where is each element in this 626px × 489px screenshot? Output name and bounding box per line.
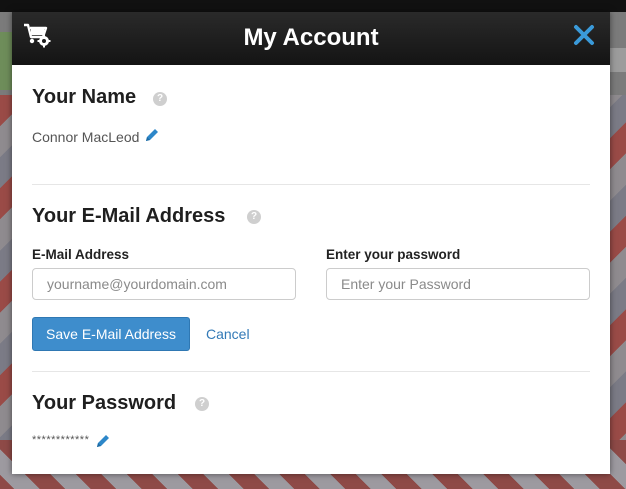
account-modal: My Account Your Name ? Connor MacLeod Yo… — [12, 12, 610, 474]
section-divider — [32, 371, 590, 372]
modal-title: My Account — [243, 24, 379, 51]
cancel-link[interactable]: Cancel — [206, 326, 250, 342]
help-icon[interactable]: ? — [247, 210, 261, 224]
password-label: Enter your password — [326, 247, 461, 262]
edit-password-pencil-icon[interactable] — [95, 433, 111, 449]
background-topbar — [0, 0, 626, 12]
close-icon[interactable] — [572, 23, 596, 47]
edit-name-pencil-icon[interactable] — [144, 127, 160, 143]
password-input[interactable] — [326, 268, 590, 300]
background-tab — [610, 48, 626, 72]
help-icon[interactable]: ? — [195, 397, 209, 411]
masked-password-value: ************ — [32, 434, 90, 446]
save-email-button[interactable]: Save E-Mail Address — [32, 317, 190, 351]
help-icon[interactable]: ? — [153, 92, 167, 106]
email-label: E-Mail Address — [32, 247, 130, 262]
email-input[interactable] — [32, 268, 296, 300]
email-section-title: Your E-Mail Address — [32, 205, 226, 227]
password-section-title: Your Password — [32, 392, 177, 414]
modal-header: My Account — [12, 12, 610, 65]
account-name-value: Connor MacLeod — [32, 129, 140, 145]
section-divider — [32, 184, 590, 185]
name-section-title: Your Name — [32, 86, 137, 108]
